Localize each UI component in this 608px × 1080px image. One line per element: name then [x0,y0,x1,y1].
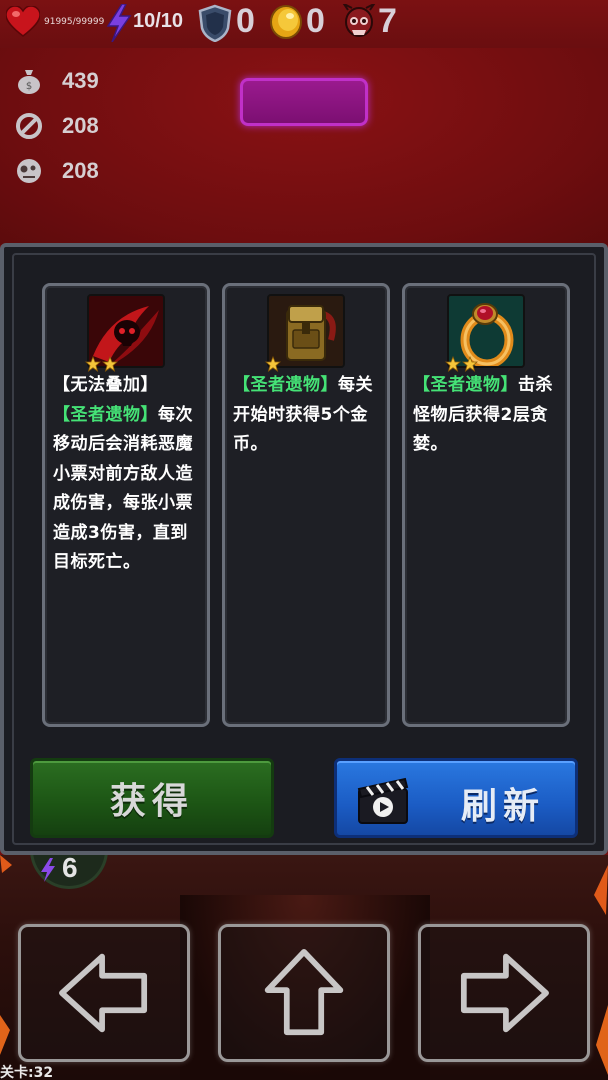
no-entry-icon [16,113,42,139]
gold-value: 0 [306,2,325,40]
shield-value: 0 [236,2,255,40]
stat-block-value: 208 [62,113,99,138]
demon-skull-icon [342,4,376,37]
top-area: 91995/99999 10/10 0 0 7 $ 439 208 208 [0,0,608,245]
stat-money-value: 439 [62,68,99,93]
shield-icon [198,4,232,42]
rarity-stars [85,356,118,372]
gold-coin-icon [270,5,302,39]
move-left-button[interactable] [18,924,190,1062]
lightning-icon [106,4,132,42]
stat-skull: 208 [14,153,99,189]
relic-description: 【圣者遗物】击杀怪物后获得2层贪婪。 [413,371,561,460]
video-clapperboard-icon [357,777,409,824]
arrow-up-icon [264,949,344,1036]
purple-button[interactable] [240,78,368,126]
kills-value: 7 [378,2,397,40]
relic-description: 【圣者遗物】每关开始时获得5个金币。 [233,371,381,460]
rarity-stars [445,356,478,372]
rarity-stars [265,356,281,372]
relic-type-tag: 【圣者遗物】 [53,404,158,425]
stat-block: 208 [14,108,99,144]
star-icon [85,356,101,372]
relic-effect-text: 每次移动后会消耗恶魔小票对前方敌人造成伤害，每张小票造成3伤害，直到目标死亡。 [53,404,193,573]
relic-type-tag: 【圣者遗物】 [233,375,338,395]
stat-skull-value: 208 [62,158,99,183]
player-energy-value: 6 [62,852,78,883]
get-button[interactable]: 获得 [30,758,274,838]
level-label: 关卡:32 [0,1065,54,1080]
hp-value: 91995/99999 [44,17,105,27]
refresh-button-label: 刷新 [461,786,546,827]
lava-crack-right [594,865,608,1075]
heart-icon [6,6,40,37]
relic-type-tag: 【圣者遗物】 [413,375,518,395]
relic-description: 【无法叠加】 【圣者遗物】每次移动后会消耗恶魔小票对前方敌人造成伤害，每张小票造… [53,371,201,578]
hud-bar: 91995/99999 10/10 0 0 7 [0,0,608,48]
svg-text:$: $ [26,81,32,92]
get-button-label: 获得 [109,781,194,822]
relic-stack-note: 【无法叠加】 [53,375,158,395]
relic-card-2[interactable]: 【圣者遗物】每关开始时获得5个金币。 [222,283,390,727]
star-icon [265,356,281,372]
star-icon [462,356,478,372]
relic-card-1[interactable]: 【无法叠加】 【圣者遗物】每次移动后会消耗恶魔小票对前方敌人造成伤害，每张小票造… [42,283,210,727]
energy-value: 10/10 [133,10,184,32]
arrow-right-icon [460,953,549,1033]
player-lightning-icon [41,858,55,882]
lava-crack-left [0,855,12,1055]
refresh-button[interactable]: 刷新 [334,758,578,838]
money-bag-icon: $ [18,70,40,94]
relic-card-3[interactable]: 【圣者遗物】击杀怪物后获得2层贪婪。 [402,283,570,727]
arrow-left-icon [59,953,148,1033]
star-icon [102,356,118,372]
stat-money: $ 439 [14,63,99,99]
skull-face-icon [17,159,41,183]
move-right-button[interactable] [418,924,590,1062]
star-icon [445,356,461,372]
move-up-button[interactable] [218,924,390,1062]
